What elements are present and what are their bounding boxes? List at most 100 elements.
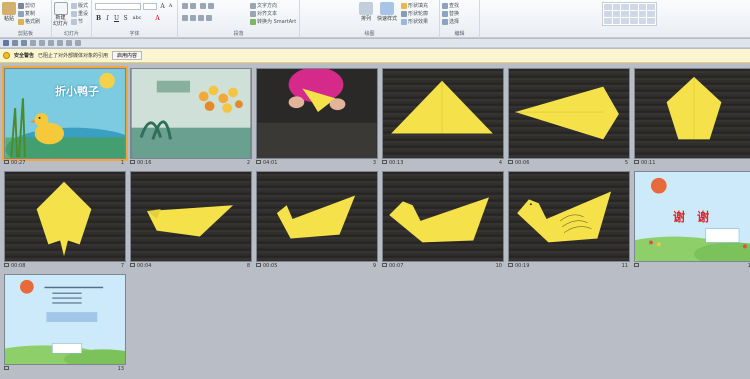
section-button[interactable]: 节	[71, 18, 83, 25]
slide-duration: 00:27	[11, 160, 26, 166]
quick-styles-button[interactable]: 快速样式	[377, 2, 397, 22]
slide-title-text: 折小鸭子	[55, 85, 99, 98]
bullets-icon[interactable]	[182, 3, 188, 9]
slide-thumbnail[interactable]: 00:11 6	[634, 68, 750, 168]
text-direction-button[interactable]: 文字方向	[250, 2, 277, 9]
paragraph-group: 文字方向 对齐文本 转换为 SmartArt 段落	[178, 0, 300, 38]
clipboard-group: 粘贴 剪切 复制 格式刷 剪贴板	[0, 0, 52, 38]
shrink-font-button[interactable]: A	[167, 3, 174, 10]
format-painter-button[interactable]: 格式刷	[18, 18, 40, 25]
numbering-icon[interactable]	[190, 3, 196, 9]
new-slide-button[interactable]: 新建 幻灯片	[53, 2, 68, 27]
finished-duck-art	[517, 191, 612, 243]
effects-icon	[401, 18, 407, 25]
animation-icon	[382, 160, 387, 164]
fold-step-neck	[276, 195, 356, 239]
redo-icon[interactable]	[21, 40, 27, 46]
warning-shield-icon	[3, 52, 10, 59]
underline-button[interactable]: U	[113, 15, 120, 22]
cut-button[interactable]: 剪切	[18, 2, 35, 9]
slideshow-icon[interactable]	[66, 40, 72, 46]
align-text-button[interactable]: 对齐文本	[250, 10, 277, 17]
slide-thumbnail[interactable]: 13	[4, 274, 126, 374]
new-slide-icon	[53, 2, 68, 15]
slide-meta: 04:01 3	[256, 159, 378, 168]
customize-icon[interactable]	[30, 40, 36, 46]
grow-font-button[interactable]: A	[159, 3, 166, 10]
italic-button[interactable]: I	[104, 15, 111, 22]
shape-effects-button[interactable]: 形状效果	[401, 18, 428, 25]
slide-thumbnail[interactable]: 00:13 4	[382, 68, 504, 168]
shape-outline-button[interactable]: 形状轮廓	[401, 10, 428, 17]
bold-button[interactable]: B	[95, 15, 102, 22]
slide-thumbnail[interactable]: 折小鸭子 00:27 1	[2, 66, 128, 168]
slide-meta: 00:11 6	[634, 159, 750, 168]
animation-icon	[130, 160, 135, 164]
slide-meta: 00:07 10	[382, 262, 504, 271]
select-button[interactable]: 选择	[442, 18, 459, 25]
slide-thumbnail[interactable]: 00:08 7	[4, 171, 126, 271]
find-button[interactable]: 查找	[442, 2, 459, 9]
slide-number: 5	[624, 160, 628, 166]
increase-indent-icon[interactable]	[208, 3, 214, 9]
slide-thumbnail[interactable]: 00:06 5	[508, 68, 630, 168]
font-name-combo[interactable]	[95, 3, 141, 10]
enable-content-button[interactable]: 启用内容	[112, 51, 143, 60]
slide-image	[4, 274, 126, 365]
fold-step-head	[389, 197, 489, 243]
align-center-icon[interactable]	[190, 15, 196, 21]
editing-group: 查找 替换 选择 编辑	[440, 0, 480, 38]
arrange-button[interactable]: 排列	[359, 2, 373, 22]
strikethrough-button[interactable]: S	[122, 15, 129, 22]
slide-thumbnail[interactable]: 00:07 10	[382, 171, 504, 271]
animation-icon	[508, 160, 513, 164]
slide-thumbnail[interactable]: 00:19 11	[508, 171, 630, 271]
decrease-indent-icon[interactable]	[200, 3, 206, 9]
font-color-button[interactable]: A	[154, 15, 161, 22]
print-icon[interactable]	[48, 40, 54, 46]
paste-button[interactable]: 粘贴	[2, 2, 16, 22]
slide-thumbnail[interactable]: 04:01 3	[256, 68, 378, 168]
align-left-icon[interactable]	[182, 15, 188, 21]
spelling-icon[interactable]	[57, 40, 63, 46]
slide-sorter: 折小鸭子 00:27 1 00:16 2 04:01 3 00:13 4 00:…	[0, 64, 750, 379]
slide-image	[256, 68, 378, 159]
slide-number: 7	[120, 263, 124, 269]
open-icon[interactable]	[39, 40, 45, 46]
shapes-gallery[interactable]	[602, 2, 657, 26]
video-frame-art	[131, 69, 251, 158]
smartart-button[interactable]: 转换为 SmartArt	[250, 18, 296, 25]
animation-icon	[256, 263, 261, 267]
section-icon	[71, 18, 77, 25]
animation-icon	[4, 263, 9, 267]
hands-folding-art	[257, 69, 377, 158]
align-right-icon[interactable]	[198, 15, 204, 21]
shadow-button[interactable]: abc	[131, 15, 143, 22]
slide-thumbnail[interactable]: 00:16 2	[130, 68, 252, 168]
editing-group-label: 编辑	[454, 31, 465, 37]
slide-thumbnail[interactable]: 00:05 9	[256, 171, 378, 271]
justify-icon[interactable]	[206, 15, 212, 21]
layout-button[interactable]: 版式	[71, 2, 88, 9]
slide-image	[508, 171, 630, 262]
animation-icon	[4, 366, 9, 370]
animation-icon	[508, 263, 513, 267]
slide-meta: 00:06 5	[508, 159, 630, 168]
replace-button[interactable]: 替换	[442, 10, 459, 17]
more-icon[interactable]	[75, 40, 81, 46]
reset-button[interactable]: 重设	[71, 10, 88, 17]
clipboard-group-label: 剪贴板	[17, 31, 33, 37]
slide-image: 折小鸭子	[2, 66, 128, 161]
save-icon[interactable]	[3, 40, 9, 46]
slide-thumbnail[interactable]: 00:04 8	[130, 171, 252, 271]
font-size-combo[interactable]	[143, 3, 157, 10]
slide-duration: 04:01	[263, 160, 278, 166]
shape-fill-button[interactable]: 形状填充	[401, 2, 428, 9]
copy-button[interactable]: 复制	[18, 10, 35, 17]
paragraph-group-label: 段落	[233, 31, 244, 37]
reset-icon	[71, 10, 77, 17]
scissors-icon	[18, 2, 24, 9]
undo-icon[interactable]	[12, 40, 18, 46]
fold-step-triangle	[391, 80, 493, 134]
slide-thumbnail[interactable]: 谢 谢 12	[634, 171, 750, 271]
